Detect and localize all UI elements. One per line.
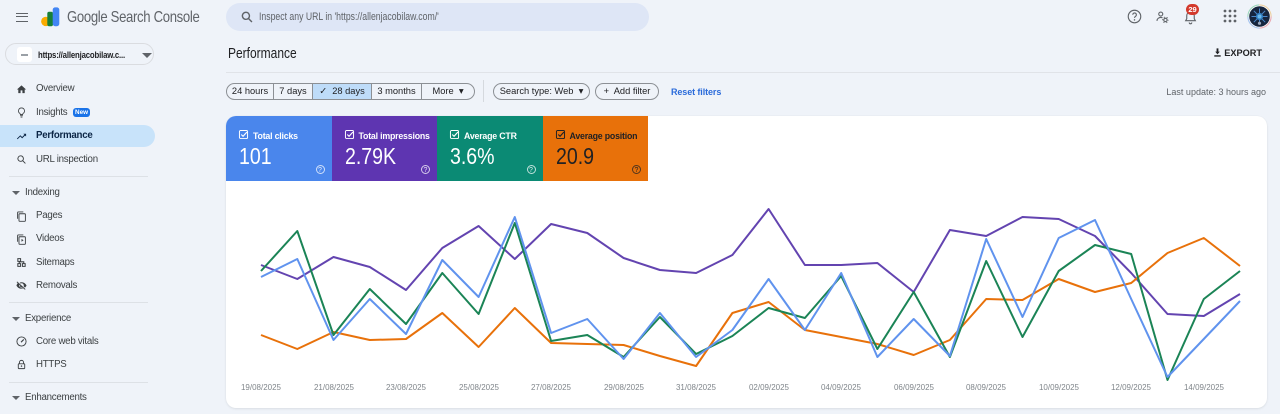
svg-text:02/09/2025: 02/09/2025	[749, 383, 790, 392]
svg-text:25/08/2025: 25/08/2025	[459, 383, 500, 392]
svg-text:29/08/2025: 29/08/2025	[604, 383, 645, 392]
svg-text:06/09/2025: 06/09/2025	[894, 383, 935, 392]
svg-text:27/08/2025: 27/08/2025	[531, 383, 572, 392]
svg-text:14/09/2025: 14/09/2025	[1184, 383, 1225, 392]
svg-text:08/09/2025: 08/09/2025	[966, 383, 1007, 392]
svg-text:19/08/2025: 19/08/2025	[241, 383, 282, 392]
svg-text:04/09/2025: 04/09/2025	[821, 383, 862, 392]
svg-text:21/08/2025: 21/08/2025	[314, 383, 355, 392]
svg-text:31/08/2025: 31/08/2025	[676, 383, 717, 392]
svg-text:12/09/2025: 12/09/2025	[1111, 383, 1152, 392]
svg-text:10/09/2025: 10/09/2025	[1039, 383, 1080, 392]
svg-text:23/08/2025: 23/08/2025	[386, 383, 427, 392]
